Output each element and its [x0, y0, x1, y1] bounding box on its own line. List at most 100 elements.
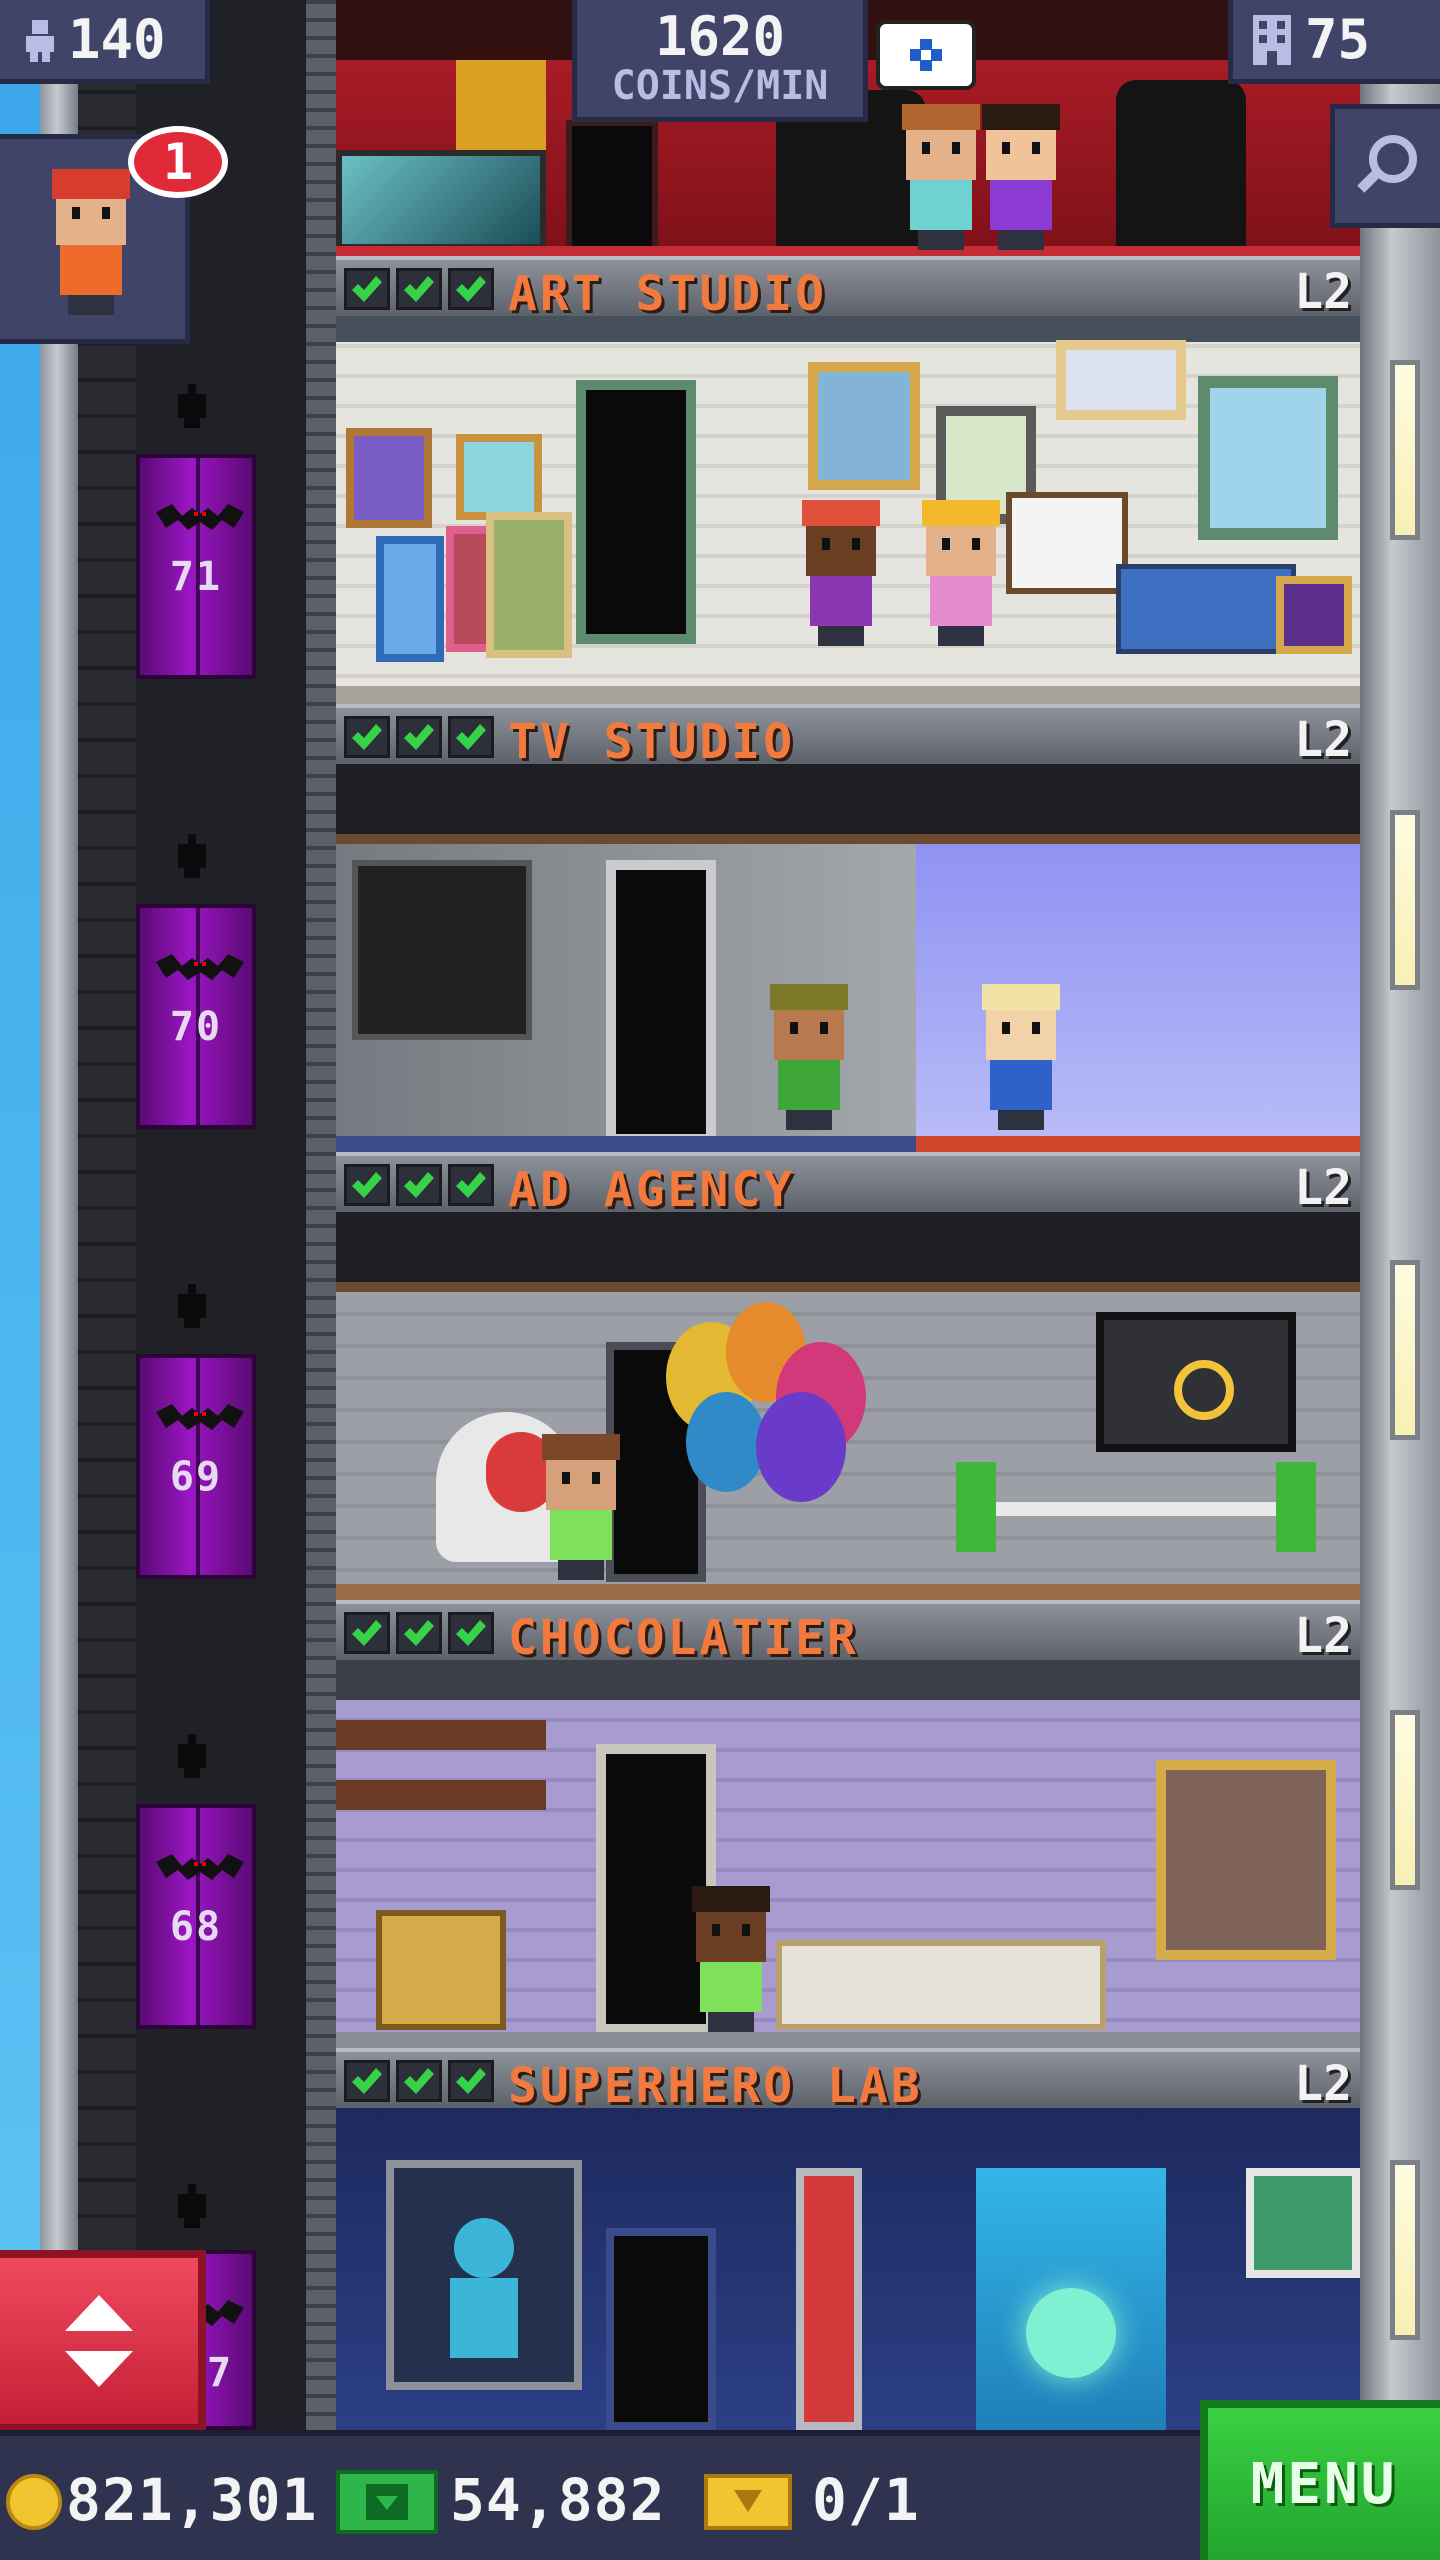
search-button[interactable] [1330, 104, 1440, 228]
counter [776, 1940, 1106, 2030]
elevator-car[interactable]: 71 [136, 454, 256, 679]
building-icon [1253, 14, 1291, 65]
worker-person[interactable] [536, 1434, 626, 1580]
bat-icon [156, 504, 244, 530]
check-icon [344, 2060, 390, 2102]
bat-icon [156, 954, 244, 980]
mixing-vat [376, 1910, 506, 2030]
tv-screen [1096, 1312, 1296, 1452]
visitor-avatar [46, 169, 136, 315]
painting [376, 536, 444, 662]
floor-level: L2 [1294, 2056, 1352, 2112]
floor-name: TV STUDIO [508, 714, 796, 770]
room-door [606, 860, 716, 1144]
bat-icon [156, 1854, 244, 1880]
population-stat[interactable]: 140 [0, 0, 210, 84]
floor-superhero-lab[interactable]: SUPERHERO LAB L2 [336, 2048, 1360, 2430]
floor-name: CHOCOLATIER [508, 1610, 859, 1666]
person-icon [26, 19, 54, 62]
superhero-lab-room [336, 2108, 1360, 2430]
elevator-shaft-wall [78, 0, 136, 2430]
floor-banner: ART STUDIO L2 [336, 256, 1360, 322]
skull-icon [178, 1284, 206, 1328]
menu-label: MENU [1250, 2451, 1398, 2517]
worker-person[interactable] [796, 500, 886, 646]
check-icon [344, 716, 390, 758]
meeting-table [956, 1502, 1316, 1516]
elevator-floor-number: 70 [169, 1004, 223, 1050]
tower-window-light [1390, 1710, 1420, 1890]
elevator-rail [306, 0, 336, 2430]
floors-count-stat[interactable]: 75 [1228, 0, 1440, 84]
tv-studio-room [336, 764, 1360, 1152]
elevator-button[interactable] [0, 2250, 206, 2432]
population-count: 140 [68, 8, 166, 71]
check-icon [344, 1164, 390, 1206]
floor-level: L2 [1294, 1160, 1352, 1216]
check-icon [448, 1612, 494, 1654]
worker-person[interactable] [976, 984, 1066, 1130]
resident-person[interactable] [976, 104, 1066, 250]
check-icon [344, 1612, 390, 1654]
speech-bubble-hint[interactable] [876, 20, 976, 90]
elevator-floor-number: 69 [169, 1454, 223, 1500]
gear-icon [910, 39, 942, 71]
portal-chamber [976, 2168, 1166, 2430]
magnifier-icon [1356, 135, 1417, 193]
floor-level: L2 [1294, 712, 1352, 768]
floor-name: AD AGENCY [508, 1162, 796, 1218]
check-icon [396, 1612, 442, 1654]
tower-window-light [1390, 2160, 1420, 2340]
up-down-arrows-icon [65, 2295, 133, 2387]
stock-checks [344, 268, 494, 310]
elevator-car[interactable]: 69 [136, 1354, 256, 1579]
worker-person[interactable] [916, 500, 1006, 646]
floor-level: L2 [1294, 1608, 1352, 1664]
menu-button[interactable]: MENU [1200, 2400, 1440, 2560]
golden-ticket-icon [704, 2474, 792, 2530]
skull-icon [178, 384, 206, 428]
bux-balance: 54,882 [450, 2466, 666, 2534]
bat-icon [156, 1404, 244, 1430]
elevator-car[interactable]: 68 [136, 1804, 256, 2029]
coin-balance: 821,301 [66, 2466, 318, 2534]
floor-art-studio[interactable]: ART STUDIO L2 [336, 256, 1360, 704]
tower-window-light [1390, 1260, 1420, 1440]
income-rate-panel: 1620 COINS/MIN [572, 0, 868, 122]
skull-icon [178, 1734, 206, 1778]
floor-chocolatier[interactable]: CHOCOLATIER L2 [336, 1600, 1360, 2048]
easel-canvas [1006, 492, 1128, 594]
income-unit: COINS/MIN [611, 62, 829, 109]
floor-name: SUPERHERO LAB [508, 2058, 923, 2114]
xray-display [386, 2160, 582, 2390]
floor-ad-agency[interactable]: AD AGENCY L2 [336, 1152, 1360, 1600]
office-chair [956, 1462, 996, 1552]
cash-icon [336, 2470, 438, 2534]
painting [1276, 576, 1352, 654]
control-panel [352, 860, 532, 1040]
coin-icon [6, 2474, 62, 2530]
worker-person[interactable] [686, 1886, 776, 2032]
floor-tv-studio[interactable]: TV STUDIO L2 [336, 704, 1360, 1152]
notification-badge: 1 [128, 126, 228, 198]
resident-person[interactable] [896, 104, 986, 250]
tower-window-light [1390, 810, 1420, 990]
floor-name: ART STUDIO [508, 266, 827, 322]
tower-window-light [1390, 360, 1420, 540]
worker-person[interactable] [764, 984, 854, 1130]
check-icon [448, 2060, 494, 2102]
dna-tube [796, 2168, 862, 2430]
painting [346, 428, 432, 528]
painting [486, 512, 572, 658]
chocolate-shelf [336, 1720, 546, 1750]
elevator-car[interactable]: 70 [136, 904, 256, 1129]
painting [808, 362, 920, 490]
check-icon [396, 716, 442, 758]
stock-checks [344, 2060, 494, 2102]
income-amount: 1620 [654, 4, 786, 68]
ad-agency-room [336, 1212, 1360, 1600]
painting [1056, 340, 1186, 420]
elevator-floor-number: 68 [169, 1904, 223, 1950]
elevator-floor-number: 71 [169, 554, 223, 600]
room-door [606, 2228, 716, 2430]
